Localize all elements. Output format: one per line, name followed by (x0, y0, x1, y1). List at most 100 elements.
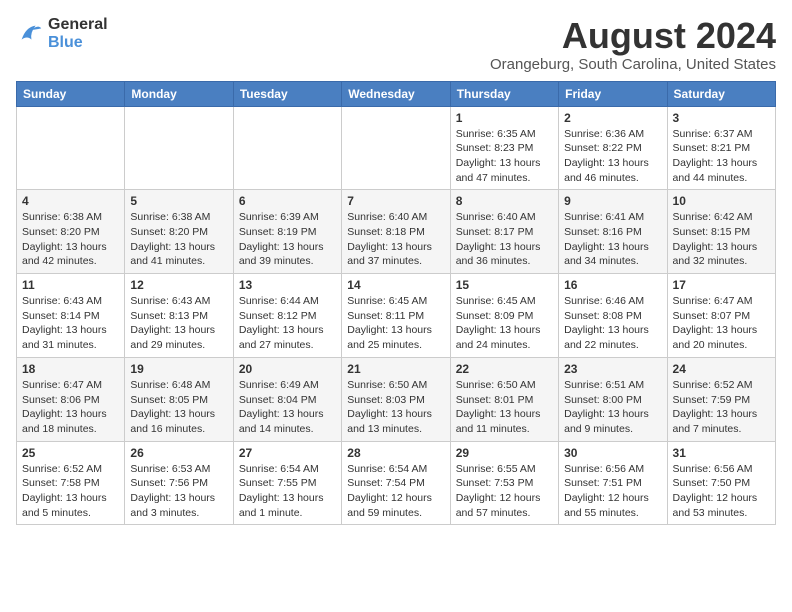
page-header: General Blue August 2024 Orangeburg, Sou… (16, 16, 776, 73)
day-info: Sunrise: 6:42 AM Sunset: 8:15 PM Dayligh… (673, 210, 770, 269)
day-number: 30 (564, 446, 661, 460)
day-info: Sunrise: 6:37 AM Sunset: 8:21 PM Dayligh… (673, 127, 770, 186)
day-info: Sunrise: 6:36 AM Sunset: 8:22 PM Dayligh… (564, 127, 661, 186)
day-info: Sunrise: 6:40 AM Sunset: 8:17 PM Dayligh… (456, 210, 553, 269)
day-info: Sunrise: 6:39 AM Sunset: 8:19 PM Dayligh… (239, 210, 336, 269)
day-info: Sunrise: 6:47 AM Sunset: 8:07 PM Dayligh… (673, 294, 770, 353)
calendar-cell: 1Sunrise: 6:35 AM Sunset: 8:23 PM Daylig… (450, 106, 558, 190)
day-number: 27 (239, 446, 336, 460)
calendar-cell: 24Sunrise: 6:52 AM Sunset: 7:59 PM Dayli… (667, 357, 775, 441)
day-number: 2 (564, 111, 661, 125)
day-number: 9 (564, 194, 661, 208)
location-subtitle: Orangeburg, South Carolina, United State… (490, 56, 776, 73)
day-info: Sunrise: 6:52 AM Sunset: 7:58 PM Dayligh… (22, 462, 119, 521)
calendar-cell: 12 Sunrise: 6:43 AM Sunset: 8:13 PM Dayli… (125, 274, 233, 358)
day-info: Sunrise: 6:56 AM Sunset: 7:50 PM Dayligh… (673, 462, 770, 521)
day-number: 1 (456, 111, 553, 125)
day-number: 4 (22, 194, 119, 208)
calendar-cell: 18 Sunrise: 6:47 AM Sunset: 8:06 PM Dayli… (17, 357, 125, 441)
calendar-cell (125, 106, 233, 190)
calendar-cell: 29 Sunrise: 6:55 AM Sunset: 7:53 PM Dayli… (450, 441, 558, 525)
day-info: Sunrise: 6:45 AM Sunset: 8:09 PM Dayligh… (456, 294, 553, 353)
header-tuesday: Tuesday (233, 81, 341, 106)
calendar-table: Sunday Monday Tuesday Wednesday Thursday… (16, 81, 776, 526)
day-number: 20 (239, 362, 336, 376)
day-info: Sunrise: 6:43 AM Sunset: 8:13 PM Dayligh… (130, 294, 227, 353)
day-number: 22 (456, 362, 553, 376)
calendar-cell: 7Sunrise: 6:40 AM Sunset: 8:18 PM Daylig… (342, 190, 450, 274)
calendar-cell: 27 Sunrise: 6:54 AM Sunset: 7:55 PM Dayli… (233, 441, 341, 525)
calendar-cell: 15Sunrise: 6:45 AM Sunset: 8:09 PM Dayli… (450, 274, 558, 358)
calendar-cell: 6 Sunrise: 6:39 AM Sunset: 8:19 PM Daylig… (233, 190, 341, 274)
day-number: 3 (673, 111, 770, 125)
calendar-cell: 21Sunrise: 6:50 AM Sunset: 8:03 PM Dayli… (342, 357, 450, 441)
day-number: 28 (347, 446, 444, 460)
calendar-cell: 3 Sunrise: 6:37 AM Sunset: 8:21 PM Daylig… (667, 106, 775, 190)
calendar-week-5: 25 Sunrise: 6:52 AM Sunset: 7:58 PM Dayli… (17, 441, 776, 525)
day-number: 24 (673, 362, 770, 376)
calendar-cell: 9 Sunrise: 6:41 AM Sunset: 8:16 PM Daylig… (559, 190, 667, 274)
calendar-cell: 23Sunrise: 6:51 AM Sunset: 8:00 PM Dayli… (559, 357, 667, 441)
calendar-week-1: 1Sunrise: 6:35 AM Sunset: 8:23 PM Daylig… (17, 106, 776, 190)
calendar-cell: 4 Sunrise: 6:38 AM Sunset: 8:20 PM Daylig… (17, 190, 125, 274)
day-number: 6 (239, 194, 336, 208)
logo-icon (16, 20, 44, 48)
day-number: 10 (673, 194, 770, 208)
calendar-cell (17, 106, 125, 190)
day-number: 11 (22, 278, 119, 292)
calendar-cell: 20 Sunrise: 6:49 AM Sunset: 8:04 PM Dayli… (233, 357, 341, 441)
day-info: Sunrise: 6:54 AM Sunset: 7:55 PM Dayligh… (239, 462, 336, 521)
calendar-cell (342, 106, 450, 190)
day-info: Sunrise: 6:49 AM Sunset: 8:04 PM Dayligh… (239, 378, 336, 437)
calendar-cell: 19Sunrise: 6:48 AM Sunset: 8:05 PM Dayli… (125, 357, 233, 441)
calendar-cell: 10 Sunrise: 6:42 AM Sunset: 8:15 PM Dayli… (667, 190, 775, 274)
header-sunday: Sunday (17, 81, 125, 106)
day-number: 8 (456, 194, 553, 208)
calendar-week-2: 4 Sunrise: 6:38 AM Sunset: 8:20 PM Daylig… (17, 190, 776, 274)
day-number: 23 (564, 362, 661, 376)
calendar-cell: 5Sunrise: 6:38 AM Sunset: 8:20 PM Daylig… (125, 190, 233, 274)
day-number: 26 (130, 446, 227, 460)
day-info: Sunrise: 6:41 AM Sunset: 8:16 PM Dayligh… (564, 210, 661, 269)
calendar-cell: 11 Sunrise: 6:43 AM Sunset: 8:14 PM Dayli… (17, 274, 125, 358)
day-info: Sunrise: 6:55 AM Sunset: 7:53 PM Dayligh… (456, 462, 553, 521)
calendar-cell: 14Sunrise: 6:45 AM Sunset: 8:11 PM Dayli… (342, 274, 450, 358)
logo: General Blue (16, 16, 108, 52)
day-info: Sunrise: 6:47 AM Sunset: 8:06 PM Dayligh… (22, 378, 119, 437)
day-info: Sunrise: 6:38 AM Sunset: 8:20 PM Dayligh… (22, 210, 119, 269)
calendar-cell: 26Sunrise: 6:53 AM Sunset: 7:56 PM Dayli… (125, 441, 233, 525)
title-block: August 2024 Orangeburg, South Carolina, … (490, 16, 776, 73)
calendar-cell: 28Sunrise: 6:54 AM Sunset: 7:54 PM Dayli… (342, 441, 450, 525)
day-number: 16 (564, 278, 661, 292)
day-info: Sunrise: 6:50 AM Sunset: 8:03 PM Dayligh… (347, 378, 444, 437)
day-info: Sunrise: 6:45 AM Sunset: 8:11 PM Dayligh… (347, 294, 444, 353)
day-number: 31 (673, 446, 770, 460)
day-number: 13 (239, 278, 336, 292)
day-info: Sunrise: 6:40 AM Sunset: 8:18 PM Dayligh… (347, 210, 444, 269)
day-info: Sunrise: 6:44 AM Sunset: 8:12 PM Dayligh… (239, 294, 336, 353)
calendar-week-4: 18 Sunrise: 6:47 AM Sunset: 8:06 PM Dayli… (17, 357, 776, 441)
logo-text: General Blue (48, 16, 108, 52)
calendar-cell: 31 Sunrise: 6:56 AM Sunset: 7:50 PM Dayli… (667, 441, 775, 525)
calendar-cell: 2 Sunrise: 6:36 AM Sunset: 8:22 PM Daylig… (559, 106, 667, 190)
calendar-cell: 25 Sunrise: 6:52 AM Sunset: 7:58 PM Dayli… (17, 441, 125, 525)
day-info: Sunrise: 6:38 AM Sunset: 8:20 PM Dayligh… (130, 210, 227, 269)
day-info: Sunrise: 6:56 AM Sunset: 7:51 PM Dayligh… (564, 462, 661, 521)
day-info: Sunrise: 6:43 AM Sunset: 8:14 PM Dayligh… (22, 294, 119, 353)
calendar-cell: 22Sunrise: 6:50 AM Sunset: 8:01 PM Dayli… (450, 357, 558, 441)
calendar-week-3: 11 Sunrise: 6:43 AM Sunset: 8:14 PM Dayli… (17, 274, 776, 358)
day-number: 29 (456, 446, 553, 460)
month-title: August 2024 (490, 16, 776, 56)
day-number: 19 (130, 362, 227, 376)
calendar-cell: 30 Sunrise: 6:56 AM Sunset: 7:51 PM Dayli… (559, 441, 667, 525)
day-number: 12 (130, 278, 227, 292)
header-monday: Monday (125, 81, 233, 106)
calendar-cell (233, 106, 341, 190)
day-number: 25 (22, 446, 119, 460)
header-wednesday: Wednesday (342, 81, 450, 106)
calendar-header-row: Sunday Monday Tuesday Wednesday Thursday… (17, 81, 776, 106)
day-number: 18 (22, 362, 119, 376)
header-thursday: Thursday (450, 81, 558, 106)
day-info: Sunrise: 6:46 AM Sunset: 8:08 PM Dayligh… (564, 294, 661, 353)
calendar-cell: 17Sunrise: 6:47 AM Sunset: 8:07 PM Dayli… (667, 274, 775, 358)
